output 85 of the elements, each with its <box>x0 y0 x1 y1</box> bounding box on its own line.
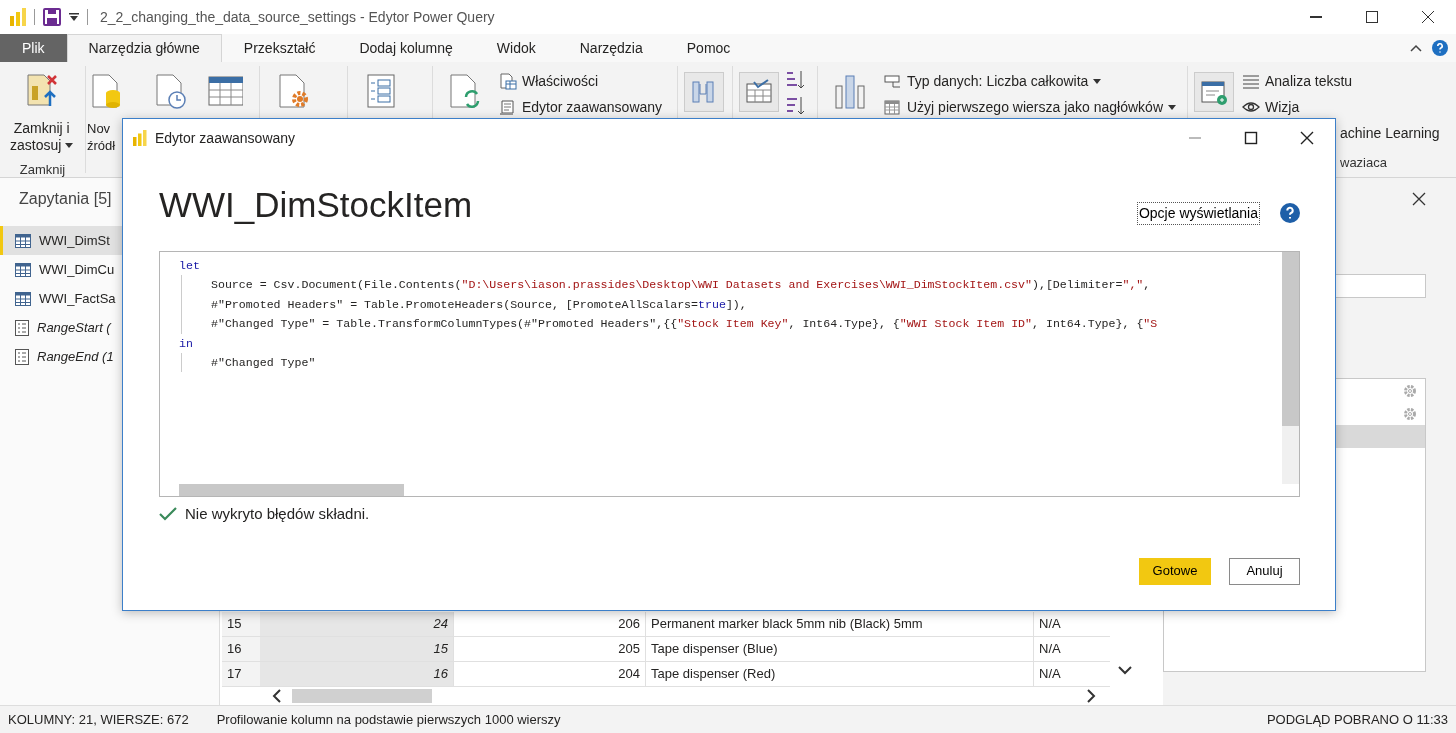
table-cell: N/A <box>1033 662 1110 686</box>
window-icon <box>1199 78 1229 106</box>
syntax-status-text: Nie wykryto błędów składni. <box>185 504 370 524</box>
close-icon <box>1299 130 1315 146</box>
group-label: waziaca <box>1339 154 1388 172</box>
code-line: in <box>179 335 194 352</box>
dropdown-icon <box>69 13 79 21</box>
table-cell: N/A <box>1033 637 1110 661</box>
document-table-icon <box>499 72 517 90</box>
code-line: #"Changed Type" = Table.TransformColumnTypes(#"Promoted Headers",{{"Stock Item Key", Int64.Type}, {"WWI Stock Item ID", Int64.Type}, {"S <box>211 316 1159 333</box>
collapse-ribbon-icon <box>1410 44 1422 52</box>
table-cell: Tape dispenser (Red) <box>645 662 1033 686</box>
save-icon <box>43 8 61 26</box>
gear-icon <box>1403 383 1417 398</box>
sort-ascending-icon <box>787 71 805 89</box>
close-icon <box>1420 9 1436 25</box>
ribbon-tab[interactable]: Narzędzia główne <box>66 34 222 62</box>
table-cell: 24 <box>260 612 453 636</box>
list-icon <box>15 348 29 365</box>
row-number: 17 <box>222 662 260 686</box>
code-line: #"Promoted Headers" = Table.PromoteHeaders(Source, [PromoteAllScalars=true]), <box>211 296 748 313</box>
dialog-title: Edytor zaawansowany <box>155 128 296 148</box>
scroll-right-icon <box>1086 689 1096 703</box>
table-icon <box>15 291 31 306</box>
table-cell: 205 <box>453 637 645 661</box>
ribbon-button[interactable] <box>739 72 779 112</box>
group-label: Zamknij <box>18 161 67 179</box>
chevron-down-icon <box>1118 666 1132 675</box>
table-cell: 16 <box>260 662 453 686</box>
maximize-icon <box>1364 9 1380 25</box>
ribbon-tab[interactable]: Narzędzia <box>557 34 665 62</box>
done-button[interactable]: Gotowe <box>1139 557 1211 585</box>
table-cell: Tape dispenser (Blue) <box>645 637 1033 661</box>
minimize-icon <box>1189 137 1201 139</box>
app-logo-icon <box>133 130 147 146</box>
table-cell: Permanent marker black 5mm nib (Black) 5mm <box>645 612 1033 636</box>
cancel-button[interactable]: Anuluj <box>1229 557 1300 585</box>
minimize-icon <box>1310 16 1322 18</box>
list-icon <box>15 319 29 336</box>
scroll-left-icon <box>272 689 282 703</box>
code-line: let <box>179 258 201 274</box>
ribbon-tab[interactable]: Dodaj kolumnę <box>337 34 475 62</box>
maximize-icon <box>1243 130 1259 146</box>
close-icon <box>1412 192 1426 207</box>
display-options-button[interactable]: Opcje wyświetlania <box>1136 202 1260 225</box>
ribbon-button[interactable]: Wizja <box>1238 94 1444 120</box>
ribbon-tab[interactable]: Widok <box>474 34 558 62</box>
window-title: 2_2_changing_the_data_source_settings - Edytor Power Query <box>100 7 495 27</box>
status-text: PODGLĄD POBRANO O 11:33 <box>1266 710 1448 729</box>
lines-icon <box>1242 72 1260 90</box>
ribbon-button[interactable]: Zamknij i zastosuj <box>6 68 78 158</box>
table-cell: 206 <box>453 612 645 636</box>
ribbon-button[interactable]: Typ danych: Liczba całkowita <box>880 68 1180 94</box>
table-cell: 204 <box>453 662 645 686</box>
label-icon <box>884 72 902 90</box>
table-icon <box>744 78 774 106</box>
table-cell: 15 <box>260 637 453 661</box>
ribbon-button[interactable]: achine Learning <box>1238 120 1444 146</box>
code-line: #"Changed Type" <box>211 355 317 372</box>
sort-descending-icon <box>787 97 805 115</box>
gear-icon <box>1403 406 1417 421</box>
row-number: 15 <box>222 612 260 636</box>
scroll-icon <box>499 98 517 116</box>
vertical-scrollbar[interactable] <box>1282 252 1299 484</box>
code-editor[interactable] <box>159 251 1300 497</box>
ribbon-button[interactable]: Właściwości <box>495 68 667 94</box>
help-icon <box>1432 40 1448 56</box>
help-icon <box>1280 203 1300 223</box>
table-icon <box>884 98 902 116</box>
status-text: KOLUMNY: 21, WIERSZE: 672 <box>8 710 189 729</box>
ribbon-tab[interactable]: Pomoc <box>664 34 753 62</box>
table-icon <box>15 233 31 248</box>
code-line: Source = Csv.Document(File.Contents("D:\Users\iason.prassides\Desktop\WWI Datasets and Exercises\WWI_DimStockItem.csv"),[Delimiter=",", <box>211 277 1152 294</box>
columns-icon <box>832 72 868 110</box>
ribbon-button[interactable] <box>1194 72 1234 112</box>
status-text: Profilowanie kolumn na podstawie pierwszych 1000 wierszy <box>216 710 561 729</box>
table-icon <box>15 262 31 277</box>
query-name-heading: WWI_DimStockItem <box>159 184 473 226</box>
checkmark-icon <box>159 507 177 522</box>
file-tab[interactable]: Plik <box>0 34 67 62</box>
app-logo-icon <box>10 8 26 26</box>
ribbon-tab[interactable]: Przekształć <box>221 34 338 62</box>
row-number: 16 <box>222 637 260 661</box>
ribbon-button[interactable]: Analiza tekstu <box>1238 68 1444 94</box>
table-cell: N/A <box>1033 612 1110 636</box>
